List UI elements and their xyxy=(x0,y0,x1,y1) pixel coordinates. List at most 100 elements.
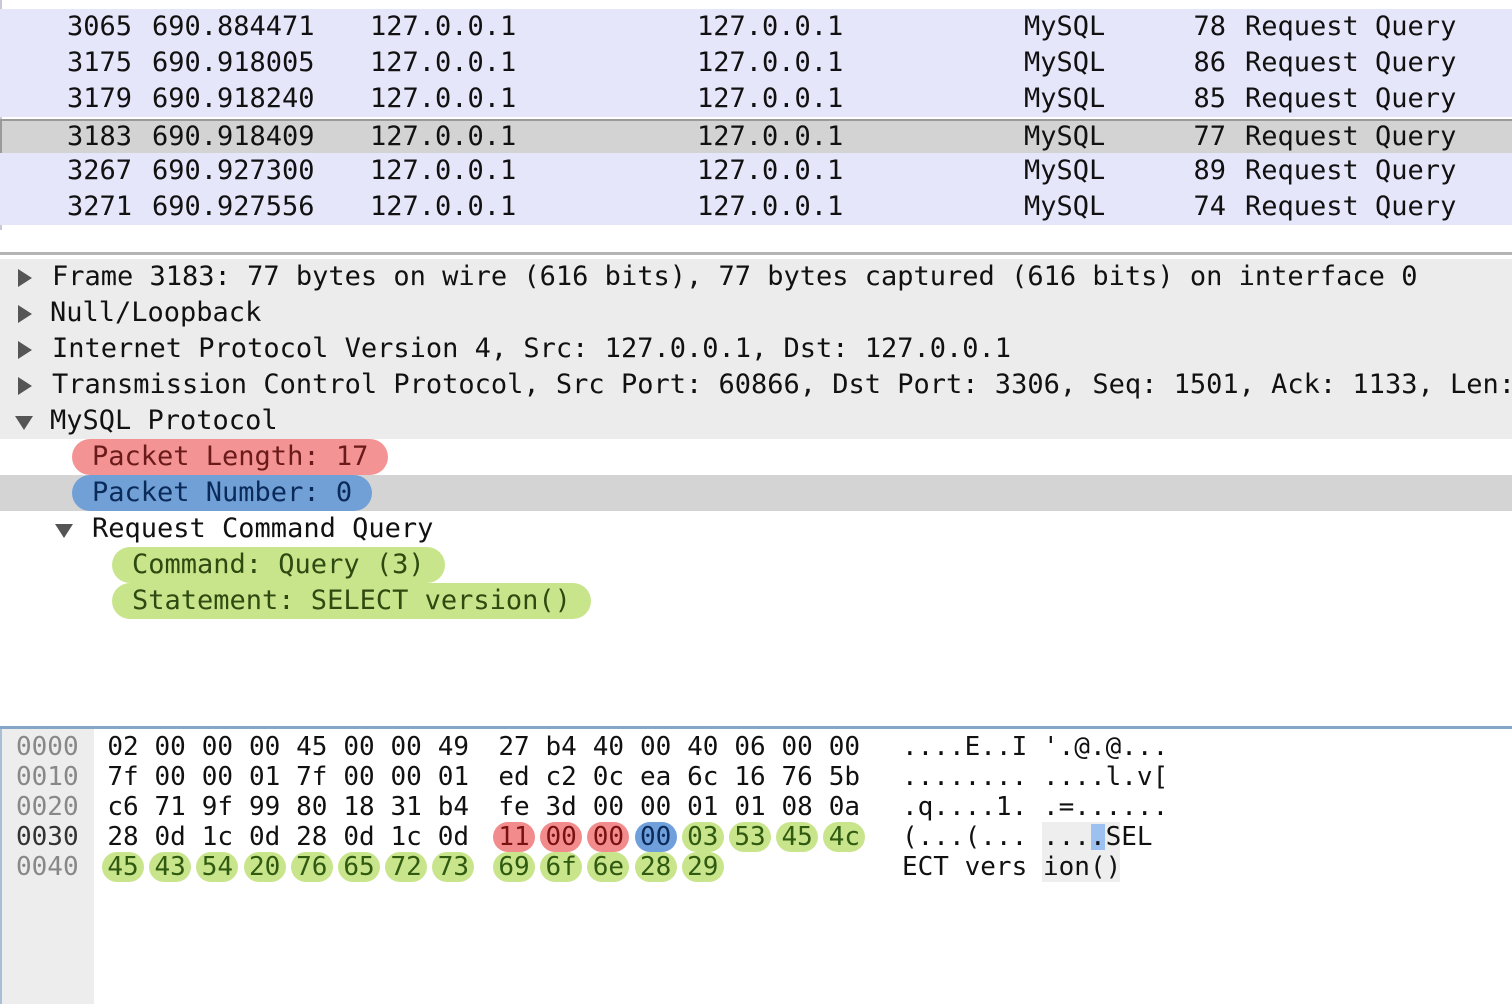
packet-row[interactable]: 3179 690.918240 127.0.0.1 127.0.0.1 MySQL 85 R… xyxy=(0,81,1512,117)
hex-byte[interactable]: 3d xyxy=(540,792,582,822)
hex-byte[interactable]: 28 xyxy=(102,822,144,852)
hex-byte[interactable]: 6e xyxy=(587,852,630,882)
packet-details-tree[interactable]: Frame 3183: 77 bytes on wire (616 bits),… xyxy=(0,256,1512,726)
hex-byte[interactable]: 00 xyxy=(635,732,677,762)
hex-byte[interactable]: 99 xyxy=(244,792,286,822)
packet-list[interactable]: 3065 690.884471 127.0.0.1 127.0.0.1 MySQL 78 R… xyxy=(0,0,1512,230)
packet-row[interactable]: 3267 690.927300 127.0.0.1 127.0.0.1 MySQL 89 R… xyxy=(0,153,1512,189)
tree-item-null-loopback[interactable]: Null/Loopback xyxy=(0,295,1512,331)
hex-byte[interactable]: 6c xyxy=(682,762,724,792)
hex-byte[interactable]: 0c xyxy=(587,762,629,792)
hex-byte[interactable]: 53 xyxy=(729,822,771,852)
packet-row[interactable]: 3175 690.918005 127.0.0.1 127.0.0.1 MySQL 86 R… xyxy=(0,45,1512,81)
hex-byte[interactable]: 0d xyxy=(338,822,380,852)
triangle-down-icon[interactable] xyxy=(15,416,33,430)
hex-byte[interactable]: 00 xyxy=(587,822,630,852)
packet-bytes-pane[interactable]: 0000 02 00 00 00 45 00 00 49 27 b4 40 00 40 06 00 00....… xyxy=(0,729,1512,1004)
hex-byte[interactable]: 45 xyxy=(102,852,144,882)
hex-byte[interactable]: 28 xyxy=(291,822,333,852)
packet-row[interactable]: 3065 690.884471 127.0.0.1 127.0.0.1 MySQL 78 R… xyxy=(0,9,1512,45)
hex-line[interactable]: 0010 7f 00 00 01 7f 00 00 01 ed c2 0c ea 6c 16 76 5b....… xyxy=(0,762,1512,792)
hex-byte[interactable]: 28 xyxy=(634,852,677,882)
triangle-down-icon[interactable] xyxy=(55,524,73,538)
hex-byte[interactable]: 1c xyxy=(385,822,427,852)
packet-row[interactable]: 3183 690.918409 127.0.0.1 127.0.0.1 MySQL 77 R… xyxy=(0,119,1512,155)
hex-byte[interactable]: 29 xyxy=(681,852,724,882)
hex-byte[interactable]: 00 xyxy=(338,732,380,762)
hex-byte[interactable]: 18 xyxy=(338,792,380,822)
hex-byte[interactable]: 06 xyxy=(729,732,771,762)
triangle-right-icon[interactable] xyxy=(18,341,32,359)
hex-byte[interactable]: 45 xyxy=(776,822,819,852)
hex-byte[interactable]: 0d xyxy=(149,822,191,852)
hex-byte[interactable]: 76 xyxy=(290,852,333,882)
hex-byte[interactable]: 40 xyxy=(682,732,724,762)
hex-byte[interactable]: 00 xyxy=(338,762,380,792)
hex-byte[interactable]: 00 xyxy=(196,762,238,792)
hex-byte[interactable]: b4 xyxy=(432,792,474,822)
hex-byte[interactable]: 0d xyxy=(432,822,474,852)
hex-byte[interactable]: 00 xyxy=(587,792,629,822)
hex-byte[interactable]: 65 xyxy=(338,852,380,882)
triangle-right-icon[interactable] xyxy=(18,305,32,323)
hex-byte[interactable]: 40 xyxy=(587,732,629,762)
tree-item-frame[interactable]: Frame 3183: 77 bytes on wire (616 bits),… xyxy=(0,259,1512,295)
hex-byte[interactable]: 5b xyxy=(823,762,865,792)
hex-byte[interactable]: 0d xyxy=(244,822,286,852)
hex-byte[interactable]: 01 xyxy=(682,792,724,822)
hex-byte[interactable]: 00 xyxy=(385,762,427,792)
hex-line[interactable]: 0000 02 00 00 00 45 00 00 49 27 b4 40 00 40 06 00 00....… xyxy=(0,732,1512,762)
hex-byte[interactable]: 80 xyxy=(291,792,333,822)
hex-byte[interactable]: 01 xyxy=(244,762,286,792)
hex-byte[interactable]: 69 xyxy=(493,852,535,882)
hex-byte[interactable]: 00 xyxy=(540,822,583,852)
hex-byte[interactable]: 7f xyxy=(102,762,144,792)
packet-row[interactable]: 3271 690.927556 127.0.0.1 127.0.0.1 MySQL 74 R… xyxy=(0,189,1512,225)
hex-byte[interactable]: 00 xyxy=(823,732,865,762)
hex-byte[interactable]: 73 xyxy=(432,852,475,882)
hex-byte[interactable]: ea xyxy=(635,762,677,792)
hex-byte[interactable]: 31 xyxy=(385,792,427,822)
tree-item-request-command[interactable]: Request Command Query xyxy=(0,511,1512,547)
hex-byte[interactable]: c2 xyxy=(540,762,582,792)
triangle-right-icon[interactable] xyxy=(18,269,32,287)
tree-item-statement[interactable]: Statement: SELECT version() xyxy=(0,583,1512,619)
hex-byte[interactable]: 49 xyxy=(432,732,474,762)
hex-byte[interactable]: 01 xyxy=(432,762,474,792)
hex-byte[interactable]: 45 xyxy=(291,732,333,762)
tree-item-tcp[interactable]: Transmission Control Protocol, Src Port:… xyxy=(0,367,1512,403)
hex-line[interactable]: 0030 28 0d 1c 0d 28 0d 1c 0d 11 00 00 00 03 53 45 4c (...… xyxy=(0,822,1512,852)
triangle-right-icon[interactable] xyxy=(18,377,32,395)
hex-byte[interactable]: 0a xyxy=(823,792,865,822)
hex-byte[interactable]: 20 xyxy=(243,852,286,882)
hex-byte[interactable]: 00 xyxy=(244,732,286,762)
hex-byte[interactable]: 02 xyxy=(102,732,144,762)
hex-line[interactable]: 0040 45 43 54 20 76 65 72 73 69 6f 6e 28 29 ECT vers io… xyxy=(0,852,1512,882)
tree-item-ipv4[interactable]: Internet Protocol Version 4, Src: 127.0.… xyxy=(0,331,1512,367)
hex-byte[interactable]: 00 xyxy=(635,792,677,822)
hex-byte[interactable]: 71 xyxy=(149,792,191,822)
hex-byte[interactable]: 03 xyxy=(681,822,724,852)
hex-byte[interactable]: 00 xyxy=(196,732,238,762)
hex-byte[interactable]: 08 xyxy=(776,792,818,822)
hex-byte[interactable]: 54 xyxy=(196,852,239,882)
hex-byte[interactable]: 00 xyxy=(149,762,191,792)
hex-byte[interactable]: 00 xyxy=(385,732,427,762)
tree-item-mysql-protocol[interactable]: MySQL Protocol xyxy=(0,403,1512,439)
hex-byte[interactable]: b4 xyxy=(540,732,582,762)
tree-item-packet-number[interactable]: Packet Number: 0 xyxy=(0,475,1512,511)
hex-byte[interactable]: 9f xyxy=(196,792,238,822)
tree-item-command[interactable]: Command: Query (3) xyxy=(0,547,1512,583)
hex-line[interactable]: 0020 c6 71 9f 99 80 18 31 b4 fe 3d 00 00 01 01 08 0a .q..… xyxy=(0,792,1512,822)
hex-byte[interactable]: 00 xyxy=(149,732,191,762)
hex-byte[interactable]: 16 xyxy=(729,762,771,792)
hex-byte[interactable]: 4c xyxy=(823,822,866,852)
hex-byte[interactable]: 1c xyxy=(196,822,238,852)
hex-byte[interactable]: 27 xyxy=(493,732,535,762)
hex-byte[interactable]: 6f xyxy=(540,852,583,882)
tree-item-packet-length[interactable]: Packet Length: 17 xyxy=(0,439,1512,475)
hex-byte[interactable]: 7f xyxy=(291,762,333,792)
hex-byte[interactable]: 11 xyxy=(493,822,535,852)
hex-byte[interactable]: 76 xyxy=(776,762,818,792)
hex-byte[interactable]: 00 xyxy=(776,732,818,762)
